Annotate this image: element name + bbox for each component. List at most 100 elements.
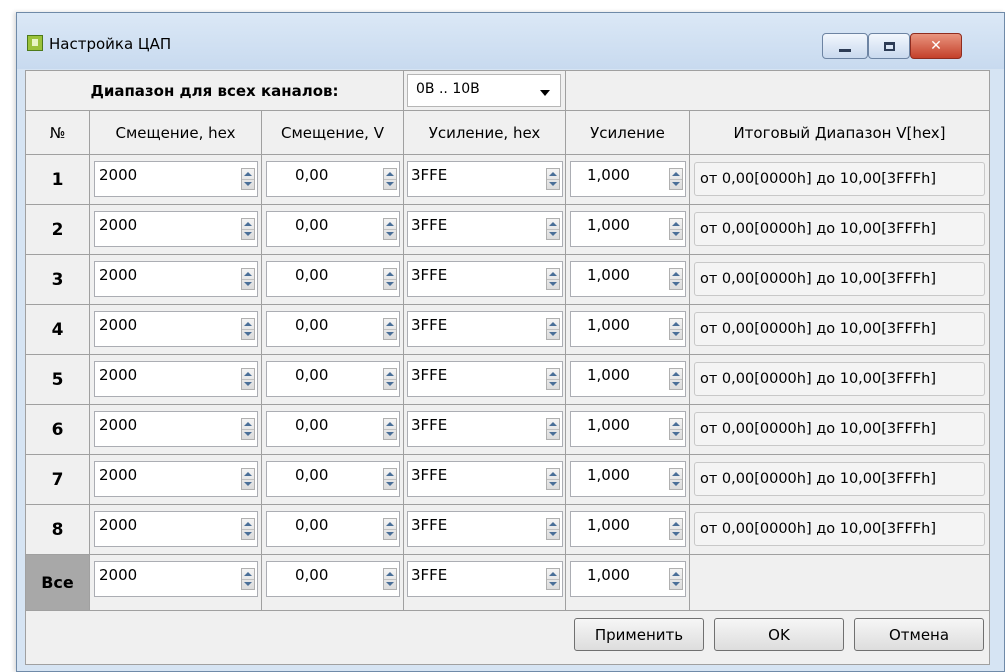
range-result-value: от 0,00[0000h] до 10,00[3FFFh] bbox=[694, 412, 985, 446]
table-cell-offset-v: 0,00 bbox=[262, 505, 404, 555]
spin-updown-icon[interactable] bbox=[669, 268, 683, 290]
spin-updown-icon[interactable] bbox=[669, 418, 683, 440]
range-result-value: от 0,00[0000h] до 10,00[3FFFh] bbox=[694, 362, 985, 396]
spin-updown-icon[interactable] bbox=[383, 168, 397, 190]
gain-hex-spinner[interactable]: 3FFE bbox=[407, 461, 563, 497]
spin-updown-icon[interactable] bbox=[241, 368, 255, 390]
offset-v-spinner[interactable]: 0,00 bbox=[266, 411, 400, 447]
spin-updown-icon[interactable] bbox=[546, 418, 560, 440]
spin-updown-icon[interactable] bbox=[546, 218, 560, 240]
gain-hex-spinner[interactable]: 3FFE bbox=[407, 211, 563, 247]
column-header-offset-v: Смещение, V bbox=[262, 111, 404, 155]
gain-hex-spinner[interactable]: 3FFE bbox=[407, 311, 563, 347]
spin-updown-icon[interactable] bbox=[383, 418, 397, 440]
offset-hex-spinner[interactable]: 2000 bbox=[94, 361, 258, 397]
spin-updown-icon[interactable] bbox=[383, 568, 397, 590]
gain-spinner[interactable]: 1,000 bbox=[570, 361, 686, 397]
offset-v-spinner-value: 0,00 bbox=[295, 216, 329, 234]
gain-spinner[interactable]: 1,000 bbox=[570, 311, 686, 347]
offset-hex-spinner[interactable]: 2000 bbox=[94, 411, 258, 447]
ok-button[interactable]: OK bbox=[714, 618, 844, 651]
gain-spinner[interactable]: 1,000 bbox=[570, 461, 686, 497]
spin-updown-icon[interactable] bbox=[669, 468, 683, 490]
all-gain-spinner[interactable]: 1,000 bbox=[570, 561, 686, 597]
table-cell-result: от 0,00[0000h] до 10,00[3FFFh] bbox=[690, 405, 989, 455]
all-offset-hex-spinner[interactable]: 2000 bbox=[94, 561, 258, 597]
all-channels-label: Все bbox=[26, 555, 90, 611]
gain-hex-spinner[interactable]: 3FFE bbox=[407, 361, 563, 397]
spin-updown-icon[interactable] bbox=[669, 218, 683, 240]
close-button[interactable]: ✕ bbox=[910, 33, 962, 59]
offset-v-spinner-value: 0,00 bbox=[295, 516, 329, 534]
spin-updown-icon[interactable] bbox=[241, 468, 255, 490]
offset-hex-spinner[interactable]: 2000 bbox=[94, 211, 258, 247]
spin-updown-icon[interactable] bbox=[546, 518, 560, 540]
spin-updown-icon[interactable] bbox=[241, 568, 255, 590]
spin-updown-icon[interactable] bbox=[241, 418, 255, 440]
table-cell-offset-hex: 2000 bbox=[90, 305, 262, 355]
spin-updown-icon[interactable] bbox=[383, 518, 397, 540]
spin-updown-icon[interactable] bbox=[546, 468, 560, 490]
offset-v-spinner[interactable]: 0,00 bbox=[266, 311, 400, 347]
spin-updown-icon[interactable] bbox=[546, 168, 560, 190]
spin-updown-icon[interactable] bbox=[669, 568, 683, 590]
gain-hex-spinner[interactable]: 3FFE bbox=[407, 261, 563, 297]
gain-hex-spinner[interactable]: 3FFE bbox=[407, 411, 563, 447]
offset-hex-spinner[interactable]: 2000 bbox=[94, 261, 258, 297]
offset-v-spinner[interactable]: 0,00 bbox=[266, 461, 400, 497]
range-result-value: от 0,00[0000h] до 10,00[3FFFh] bbox=[694, 462, 985, 496]
spin-updown-icon[interactable] bbox=[241, 218, 255, 240]
offset-v-spinner-value: 0,00 bbox=[295, 466, 329, 484]
offset-v-spinner[interactable]: 0,00 bbox=[266, 161, 400, 197]
spin-updown-icon[interactable] bbox=[546, 318, 560, 340]
spin-updown-icon[interactable] bbox=[546, 268, 560, 290]
spin-updown-icon[interactable] bbox=[669, 318, 683, 340]
range-label: Диапазон для всех каналов: bbox=[26, 71, 404, 111]
offset-v-spinner[interactable]: 0,00 bbox=[266, 261, 400, 297]
spin-updown-icon[interactable] bbox=[383, 318, 397, 340]
offset-hex-spinner[interactable]: 2000 bbox=[94, 311, 258, 347]
row-number: 8 bbox=[26, 505, 90, 555]
table-cell-result: от 0,00[0000h] до 10,00[3FFFh] bbox=[690, 455, 989, 505]
spin-updown-icon[interactable] bbox=[241, 268, 255, 290]
offset-hex-spinner[interactable]: 2000 bbox=[94, 461, 258, 497]
spin-updown-icon[interactable] bbox=[669, 368, 683, 390]
spin-updown-icon[interactable] bbox=[241, 518, 255, 540]
spin-updown-icon[interactable] bbox=[383, 368, 397, 390]
chevron-down-icon bbox=[540, 90, 550, 96]
apply-button[interactable]: Применить bbox=[574, 618, 704, 651]
spin-updown-icon[interactable] bbox=[383, 468, 397, 490]
offset-hex-spinner-value: 2000 bbox=[99, 216, 138, 234]
offset-v-spinner-value: 0,00 bbox=[295, 266, 329, 284]
spin-updown-icon[interactable] bbox=[383, 268, 397, 290]
minimize-button[interactable] bbox=[822, 33, 868, 59]
offset-v-spinner[interactable]: 0,00 bbox=[266, 211, 400, 247]
range-select[interactable]: 0В .. 10В bbox=[407, 74, 561, 107]
offset-hex-spinner[interactable]: 2000 bbox=[94, 161, 258, 197]
spin-updown-icon[interactable] bbox=[669, 518, 683, 540]
offset-hex-spinner[interactable]: 2000 bbox=[94, 511, 258, 547]
gain-spinner[interactable]: 1,000 bbox=[570, 511, 686, 547]
all-gain-hex-spinner[interactable]: 3FFE bbox=[407, 561, 563, 597]
gain-spinner[interactable]: 1,000 bbox=[570, 161, 686, 197]
table-cell-gain-hex: 3FFE bbox=[404, 355, 566, 405]
offset-v-spinner[interactable]: 0,00 bbox=[266, 511, 400, 547]
all-offset-v-spinner[interactable]: 0,00 bbox=[266, 561, 400, 597]
spin-updown-icon[interactable] bbox=[669, 168, 683, 190]
row-number: 6 bbox=[26, 405, 90, 455]
spin-updown-icon[interactable] bbox=[546, 568, 560, 590]
title-bar[interactable]: Настройка ЦАП ✕ bbox=[17, 13, 1004, 69]
offset-v-spinner[interactable]: 0,00 bbox=[266, 361, 400, 397]
gain-hex-spinner[interactable]: 3FFE bbox=[407, 161, 563, 197]
maximize-button[interactable] bbox=[868, 33, 910, 59]
gain-spinner[interactable]: 1,000 bbox=[570, 411, 686, 447]
table-cell-result: от 0,00[0000h] до 10,00[3FFFh] bbox=[690, 305, 989, 355]
spin-updown-icon[interactable] bbox=[546, 368, 560, 390]
gain-spinner[interactable]: 1,000 bbox=[570, 261, 686, 297]
gain-hex-spinner[interactable]: 3FFE bbox=[407, 511, 563, 547]
gain-spinner[interactable]: 1,000 bbox=[570, 211, 686, 247]
cancel-button[interactable]: Отмена bbox=[854, 618, 984, 651]
spin-updown-icon[interactable] bbox=[383, 218, 397, 240]
spin-updown-icon[interactable] bbox=[241, 318, 255, 340]
spin-updown-icon[interactable] bbox=[241, 168, 255, 190]
